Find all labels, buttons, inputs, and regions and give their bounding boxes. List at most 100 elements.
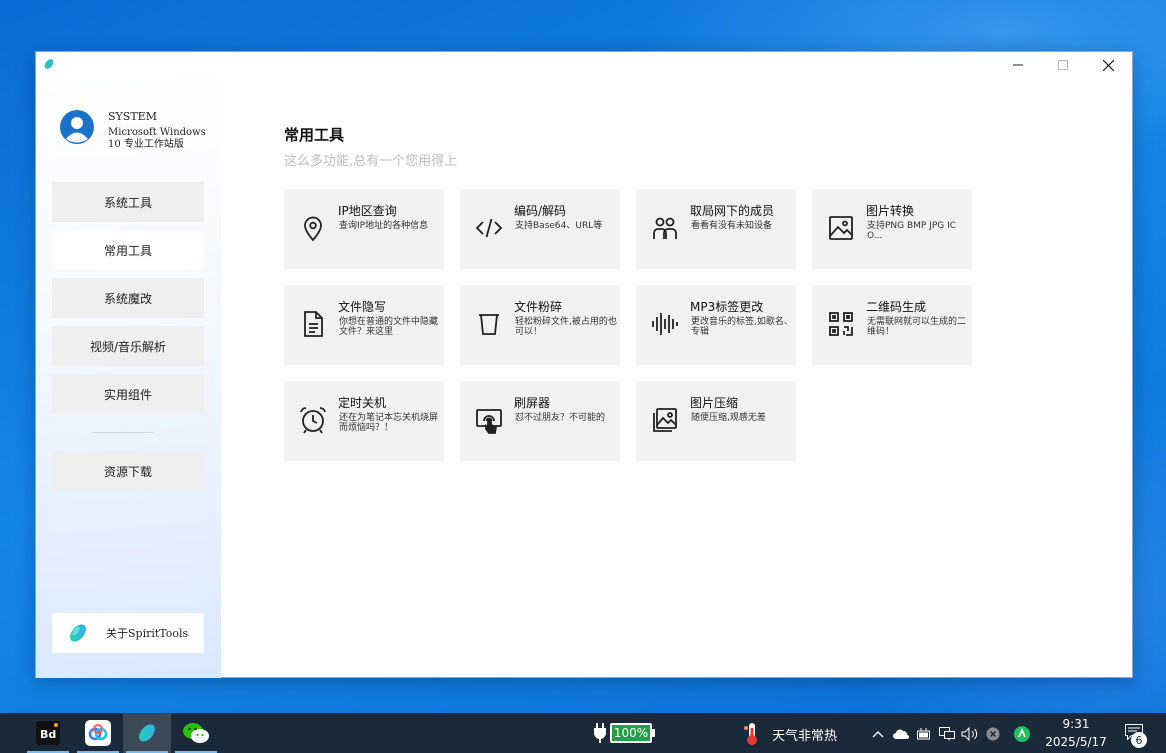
card-desc: 支持Base64、URL等 xyxy=(515,221,603,231)
system-tray xyxy=(866,725,1033,743)
weather-widget[interactable]: 天气非常热 xyxy=(742,722,837,746)
tray-expand-button[interactable] xyxy=(866,725,889,743)
alarm-clock-icon xyxy=(298,405,328,435)
card-title: 定时关机 xyxy=(338,396,387,410)
taskbar-app-bd[interactable]: Bd xyxy=(24,713,72,753)
taskbar-start-partial[interactable] xyxy=(0,713,12,753)
minimize-icon xyxy=(1013,64,1023,66)
page-subtitle: 这么多功能,总有一个您用得上 xyxy=(284,154,458,169)
network-icon xyxy=(938,727,955,741)
nav-item-common-tools[interactable]: 常用工具 xyxy=(52,230,204,270)
taskbar-clock[interactable]: 9:31 2025/5/17 xyxy=(1040,715,1112,751)
card-ip-lookup[interactable]: IP地区查询 查询IP地址的各种信息 xyxy=(284,189,444,269)
card-title: 图片压缩 xyxy=(690,396,739,410)
card-desc: 看看有没有未知设备 xyxy=(691,221,773,231)
spirittools-logo-icon xyxy=(70,624,86,642)
close-circle-icon xyxy=(986,727,999,741)
soundwave-icon xyxy=(650,309,680,339)
nav-item-system-tools[interactable]: 系统工具 xyxy=(52,182,204,222)
tray-volume[interactable] xyxy=(958,725,981,743)
battery-level: 100% xyxy=(610,723,652,743)
taskbar-app-netdisk[interactable] xyxy=(74,713,122,753)
card-desc: 查询IP地址的各种信息 xyxy=(339,221,429,231)
image-icon xyxy=(826,213,856,243)
cloud-icon xyxy=(892,729,909,739)
location-pin-icon xyxy=(298,213,328,243)
maximize-button[interactable] xyxy=(1041,52,1085,78)
nav-item-media-parse[interactable]: 视频/音乐解析 xyxy=(52,326,204,366)
svg-text:Bd: Bd xyxy=(40,728,56,741)
clock-date: 2025/5/17 xyxy=(1045,735,1107,749)
touch-screen-icon xyxy=(474,405,504,435)
taskbar-app-wechat[interactable] xyxy=(172,713,220,753)
close-icon xyxy=(1102,59,1114,71)
card-image-compress[interactable]: 图片压缩 随便压缩,观感无差 xyxy=(636,381,796,461)
user-name: SYSTEM xyxy=(108,110,157,123)
user-os-version: Microsoft Windows 10 专业工作站版 xyxy=(108,127,206,150)
nav-item-system-mods[interactable]: 系统魔改 xyxy=(52,278,204,318)
close-button[interactable] xyxy=(1086,52,1130,78)
card-qrcode[interactable]: 二维码生成 无需联网就可以生成的二维码！ xyxy=(812,285,972,365)
card-lan-members[interactable]: 取局网下的成员 看看有没有未知设备 xyxy=(636,189,796,269)
about-label: 关于SpiritTools xyxy=(106,627,189,640)
card-scheduled-shutdown[interactable]: 定时关机 还在为笔记本忘关机烧屏而烦恼吗？！ xyxy=(284,381,444,461)
tray-app-green[interactable] xyxy=(1010,725,1033,743)
document-icon xyxy=(298,309,328,339)
page-title: 常用工具 xyxy=(284,126,345,144)
card-encode-decode[interactable]: 编码/解码 支持Base64、URL等 xyxy=(460,189,620,269)
main-content: 常用工具 这么多功能,总有一个您用得上 IP地区查询 查询IP地址的各种信息 编… xyxy=(221,78,1133,678)
green-app-icon xyxy=(1013,726,1030,742)
minimize-button[interactable] xyxy=(996,52,1040,78)
card-title: 刷屏器 xyxy=(514,396,551,410)
clock-time: 9:31 xyxy=(1062,717,1090,731)
card-file-shredder[interactable]: 文件粉碎 轻松粉碎文件,被占用的也可以！ xyxy=(460,285,620,365)
speaker-icon xyxy=(961,727,977,741)
card-title: 图片转换 xyxy=(866,204,915,218)
maximize-icon xyxy=(1058,60,1068,70)
qrcode-icon xyxy=(826,309,856,339)
tray-blocked-app[interactable] xyxy=(981,725,1004,743)
weather-text: 天气非常热 xyxy=(772,728,838,744)
notification-count: 6 xyxy=(1131,732,1147,748)
battery-charging-icon xyxy=(916,728,930,740)
nav-item-downloads[interactable]: 资源下载 xyxy=(52,451,204,491)
app-window: SYSTEM Microsoft Windows 10 专业工作站版 系统工具 … xyxy=(35,51,1133,678)
bd-app-icon: Bd xyxy=(36,721,60,745)
app-logo-icon xyxy=(44,59,54,69)
baidu-netdisk-icon xyxy=(85,720,111,746)
card-title: 取局网下的成员 xyxy=(690,204,775,218)
sidebar: SYSTEM Microsoft Windows 10 专业工作站版 系统工具 … xyxy=(36,78,221,678)
users-icon xyxy=(650,213,680,243)
card-title: 文件粉碎 xyxy=(514,300,563,314)
title-bar[interactable] xyxy=(36,52,1132,78)
tray-battery[interactable] xyxy=(912,725,935,743)
battery-indicator[interactable]: 100% xyxy=(594,722,655,744)
card-title: 编码/解码 xyxy=(514,204,567,218)
card-desc: 你想在普通的文件中隐藏文件？来这里 xyxy=(339,317,439,337)
card-desc: 更改音乐的标签,如歌名、专辑 xyxy=(691,317,793,337)
chevron-up-icon xyxy=(872,731,883,738)
card-screen-spammer[interactable]: 刷屏器 怼不过朋友？不可能的 xyxy=(460,381,620,461)
card-file-steganography[interactable]: 文件隐写 你想在普通的文件中隐藏文件？来这里 xyxy=(284,285,444,365)
tray-onedrive[interactable] xyxy=(889,725,912,743)
card-desc: 支持PNG BMP JPG ICO... xyxy=(867,221,957,241)
card-title: IP地区查询 xyxy=(338,204,397,218)
taskbar: Bd 100% 天气非常热 9:31 2025/5/17 6 xyxy=(0,713,1166,753)
partial-app-icon xyxy=(0,723,1,743)
taskbar-app-spirittools[interactable] xyxy=(123,713,171,753)
about-button[interactable]: 关于SpiritTools xyxy=(52,613,204,653)
spirittools-icon xyxy=(139,724,155,742)
card-title: 二维码生成 xyxy=(866,300,927,314)
card-desc: 轻松粉碎文件,被占用的也可以！ xyxy=(515,317,617,337)
card-title: MP3标签更改 xyxy=(690,300,764,314)
user-profile: SYSTEM Microsoft Windows 10 专业工作站版 xyxy=(60,110,220,160)
code-icon xyxy=(474,213,504,243)
nav-item-widgets[interactable]: 实用组件 xyxy=(52,374,204,414)
wechat-icon xyxy=(183,723,209,743)
card-desc: 无需联网就可以生成的二维码！ xyxy=(867,317,967,337)
card-mp3-tag[interactable]: MP3标签更改 更改音乐的标签,如歌名、专辑 xyxy=(636,285,796,365)
card-desc: 随便压缩,观感无差 xyxy=(691,413,766,423)
tray-network[interactable] xyxy=(935,725,958,743)
notification-center-button[interactable]: 6 xyxy=(1120,721,1160,748)
card-image-convert[interactable]: 图片转换 支持PNG BMP JPG ICO... xyxy=(812,189,972,269)
